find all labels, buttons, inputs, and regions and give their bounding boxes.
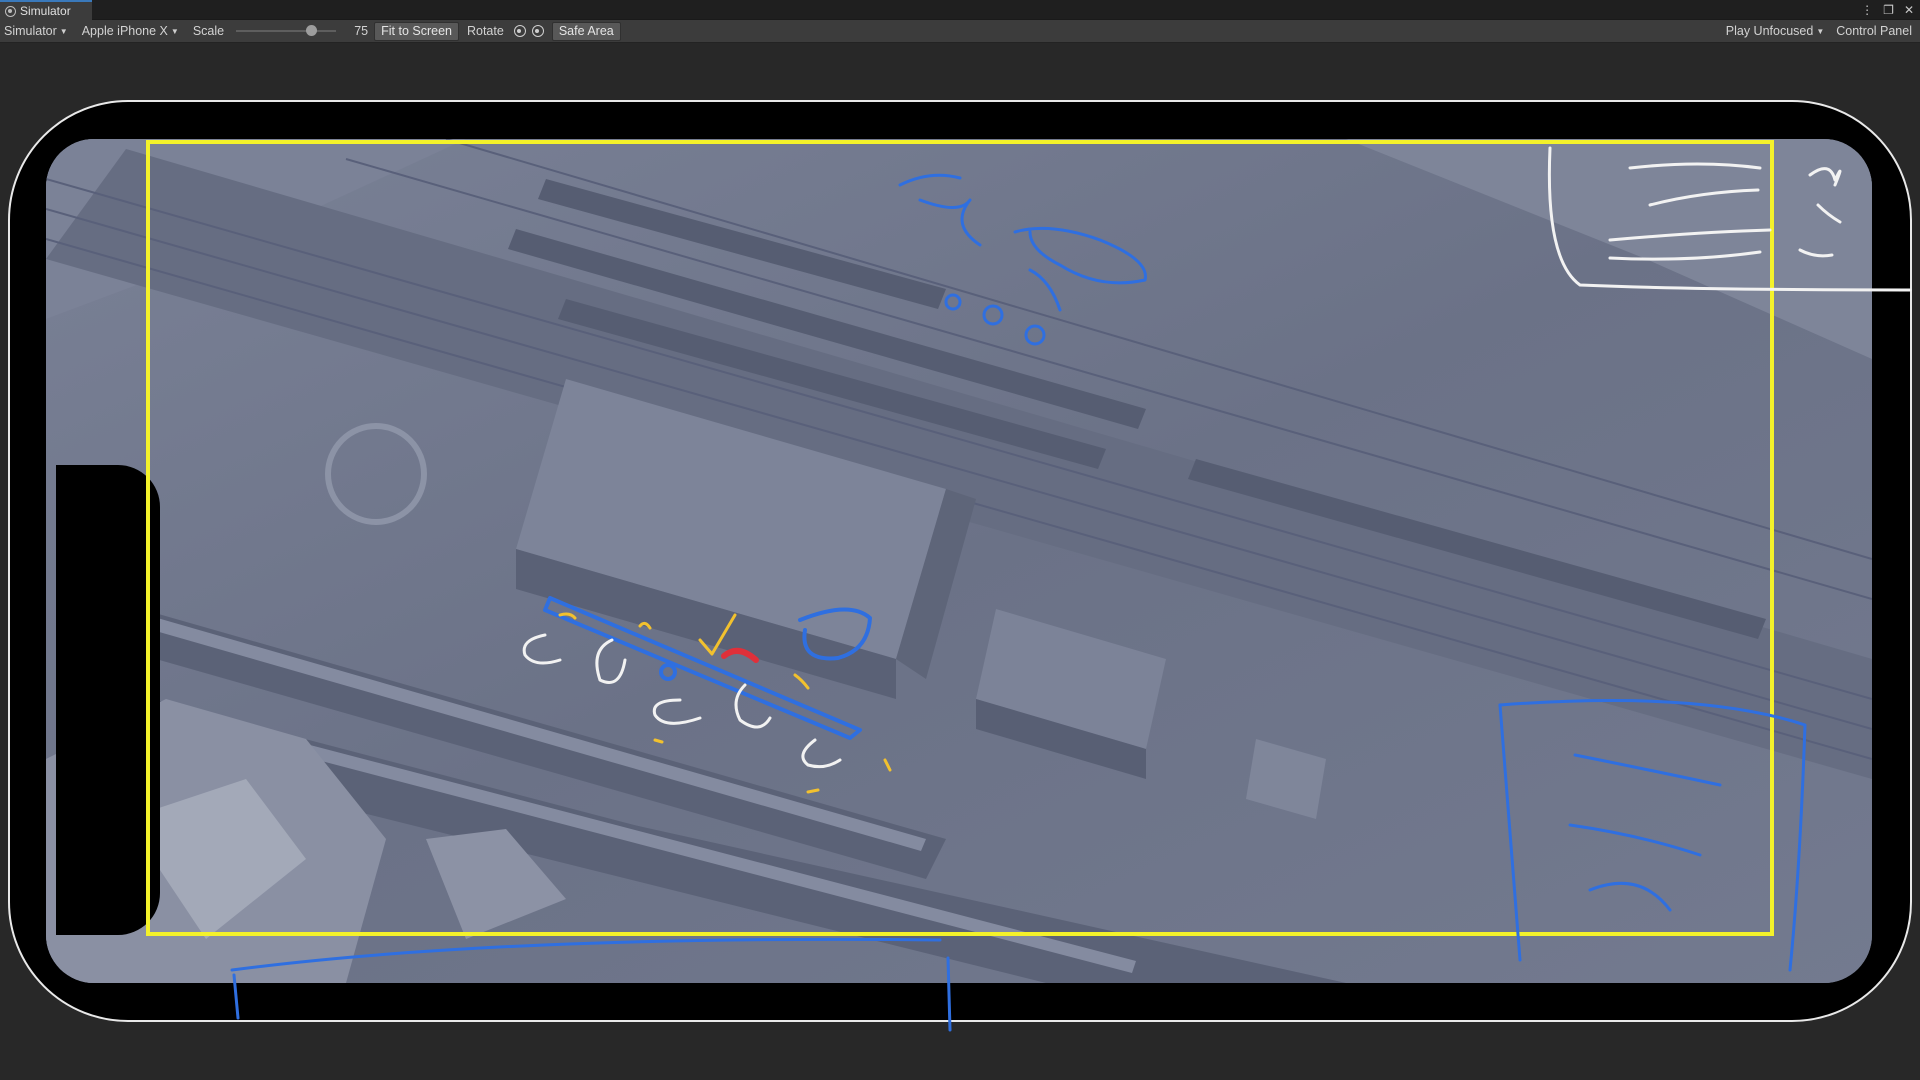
- play-mode-label: Play Unfocused: [1725, 24, 1814, 38]
- close-icon[interactable]: ✕: [1904, 2, 1914, 18]
- rotate-label: Rotate: [466, 24, 504, 38]
- mode-dropdown-label: Simulator: [4, 24, 57, 38]
- rotate-clockwise-icon[interactable]: [531, 25, 544, 37]
- scale-value[interactable]: 75: [342, 24, 372, 38]
- simulator-tab-icon: [5, 5, 16, 17]
- safe-area-button[interactable]: Safe Area: [551, 21, 621, 41]
- device-screen[interactable]: [46, 139, 1872, 983]
- tab-title: Simulator: [20, 4, 71, 18]
- control-panel-button[interactable]: Control Panel: [1832, 20, 1916, 43]
- device-notch: [56, 465, 160, 935]
- game-scene-view[interactable]: [46, 139, 1872, 983]
- mode-dropdown[interactable]: Simulator ▼: [0, 20, 72, 43]
- simulator-toolbar: Simulator ▼ Apple iPhone X ▼ Scale 75 Fi…: [0, 20, 1920, 43]
- maximize-icon[interactable]: ❐: [1883, 2, 1894, 18]
- scale-label: Scale: [192, 24, 225, 38]
- scale-slider-handle[interactable]: [306, 25, 318, 36]
- chevron-down-icon: ▼: [170, 26, 179, 36]
- chevron-down-icon: ▼: [59, 26, 68, 36]
- device-dropdown[interactable]: Apple iPhone X ▼: [78, 20, 183, 43]
- simulator-tab[interactable]: Simulator: [0, 0, 92, 20]
- window-title-bar: Simulator ⋮ ❐ ✕: [0, 0, 1920, 20]
- chevron-down-icon: ▼: [1816, 26, 1825, 36]
- more-options-icon[interactable]: ⋮: [1861, 2, 1873, 18]
- play-mode-dropdown[interactable]: Play Unfocused ▼: [1722, 20, 1828, 43]
- fit-to-screen-button[interactable]: Fit to Screen: [374, 21, 459, 41]
- device-dropdown-label: Apple iPhone X: [81, 24, 168, 38]
- scale-slider[interactable]: [236, 25, 337, 36]
- window-controls: ⋮ ❐ ✕: [1861, 2, 1914, 18]
- rotate-counterclockwise-icon[interactable]: [513, 25, 526, 37]
